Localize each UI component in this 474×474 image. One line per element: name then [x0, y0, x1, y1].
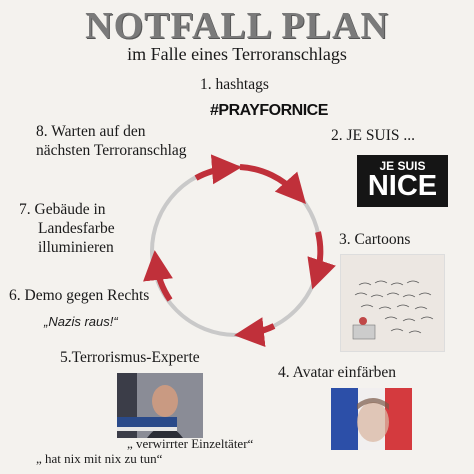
avatar-image: [331, 388, 412, 450]
step-4-label: 4. Avatar einfärben: [278, 364, 397, 381]
step-3-label: 3. Cartoons: [339, 231, 411, 248]
step-8-label-line1: 8. Warten auf den: [36, 123, 146, 140]
expert-portrait: [117, 373, 203, 438]
jesuis-image: JE SUIS NICE: [357, 155, 448, 207]
step-7-label-line3: illuminieren: [38, 239, 114, 256]
avatar-flag-portrait: [331, 388, 412, 450]
step-1-label: 1. hashtags: [200, 76, 269, 93]
hashtag-text: #PRAYFORNICE: [210, 102, 328, 119]
step-7-label-line1: 7. Gebäude in: [19, 201, 106, 218]
arrow-right: [307, 231, 336, 290]
step-6-label: 6. Demo gegen Rechts: [9, 287, 150, 304]
step-7-label-line2: Landesfarbe: [38, 220, 115, 237]
step-5-label: 5.Terrorismus-Experte: [60, 349, 200, 366]
arrow-top-left: [194, 154, 242, 185]
arrow-bottom: [234, 317, 276, 348]
cartoon-image: [340, 254, 445, 352]
arrow-top-right: [239, 164, 306, 204]
expert-quote-1: „ verwirrter Einzeltäter“: [127, 436, 254, 451]
step-8-label-line2: nächsten Terroranschlag: [36, 142, 187, 159]
demo-quote: „Nazis raus!“: [44, 314, 118, 329]
step-2-label: 2. JE SUIS ...: [331, 127, 415, 144]
jesuis-line2: NICE: [367, 170, 438, 202]
expert-image: [117, 373, 203, 438]
expert-quote-2: „ hat nix mit nix zu tun“: [36, 451, 163, 466]
cartoon-drawing: [352, 280, 434, 340]
